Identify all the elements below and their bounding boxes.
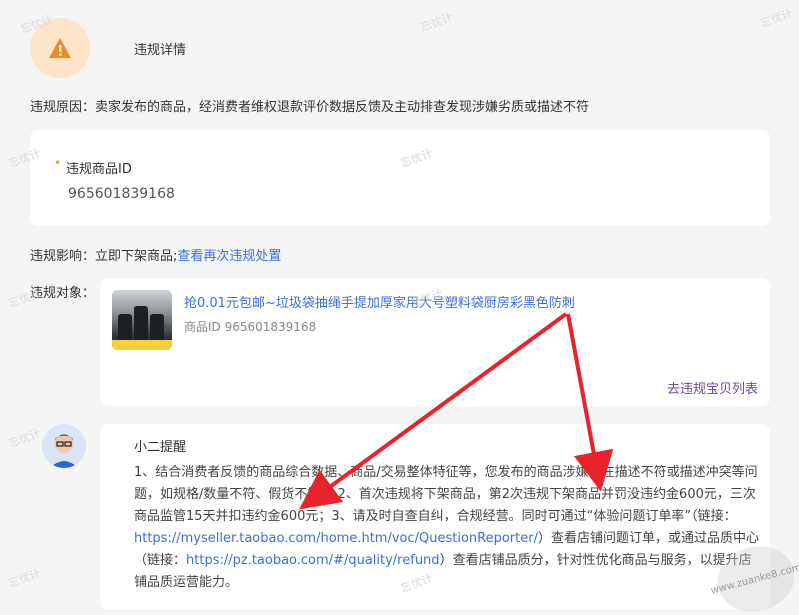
violation-reason: 违规原因：卖家发布的商品，经消费者维权退款评价数据反馈及主动排查发现涉嫌劣质或描… bbox=[30, 96, 589, 115]
violation-item-id: 965601839168 bbox=[68, 186, 175, 202]
reminder-card: 小二提醒 1、结合消费者反馈的商品综合数据、商品/交易整体特征等，您发布的商品涉… bbox=[100, 424, 770, 610]
warning-badge bbox=[30, 18, 90, 78]
avatar-illustration bbox=[42, 424, 86, 468]
thumbnail-banner bbox=[112, 340, 172, 350]
violation-item-label: 违规商品ID bbox=[66, 162, 132, 177]
violation-list-link[interactable]: 去违规宝贝列表 bbox=[667, 378, 758, 397]
bag-shape bbox=[118, 314, 132, 340]
violation-detail-page: 违规详情 违规原因：卖家发布的商品，经消费者维权退款评价数据反馈及主动排查发现涉… bbox=[12, 0, 799, 615]
product-id: 商品ID 965601839168 bbox=[184, 320, 317, 334]
warning-icon bbox=[49, 38, 71, 58]
impact-text: 立即下架商品; bbox=[95, 249, 178, 264]
header: 违规详情 bbox=[30, 18, 186, 78]
reminder-title: 小二提醒 bbox=[134, 440, 187, 455]
view-repeat-violation-link[interactable]: 查看再次违规处置 bbox=[177, 249, 281, 264]
quality-refund-link[interactable]: https://pz.taobao.com/#/quality/refund bbox=[186, 553, 440, 568]
impact-label: 违规影响： bbox=[30, 249, 96, 264]
assistant-avatar bbox=[42, 424, 86, 468]
product-thumbnail[interactable] bbox=[112, 290, 172, 350]
bullet-dot: • bbox=[54, 156, 62, 170]
violation-impact: 违规影响：立即下架商品;查看再次违规处置 bbox=[30, 245, 281, 264]
page-title: 违规详情 bbox=[134, 42, 187, 58]
question-reporter-link[interactable]: https://myseller.taobao.com/home.htm/voc… bbox=[134, 531, 538, 546]
bag-shape bbox=[134, 306, 148, 340]
reminder-text-1: 1、结合消费者反馈的商品综合数据、商品/交易整体特征等，您发布的商品涉嫌存在描述… bbox=[134, 465, 758, 524]
target-label: 违规对象： bbox=[30, 286, 96, 301]
reminder-body: 1、结合消费者反馈的商品综合数据、商品/交易整体特征等，您发布的商品涉嫌存在描述… bbox=[134, 462, 760, 594]
reason-text: 卖家发布的商品，经消费者维权退款评价数据反馈及主动排查发现涉嫌劣质或描述不符 bbox=[95, 100, 590, 115]
violation-item-card: • 违规商品ID 965601839168 bbox=[30, 130, 770, 226]
bag-shape bbox=[150, 314, 164, 340]
reason-label: 违规原因： bbox=[30, 100, 96, 115]
violation-target-card: 抢0.01元包邮~垃圾袋抽绳手提加厚家用大号塑料袋厨房彩黑色防刺 商品ID 96… bbox=[100, 278, 770, 406]
stamp-text: www.zuanke8.com bbox=[709, 561, 799, 597]
product-title-link[interactable]: 抢0.01元包邮~垃圾袋抽绳手提加厚家用大号塑料袋厨房彩黑色防刺 bbox=[184, 292, 575, 311]
